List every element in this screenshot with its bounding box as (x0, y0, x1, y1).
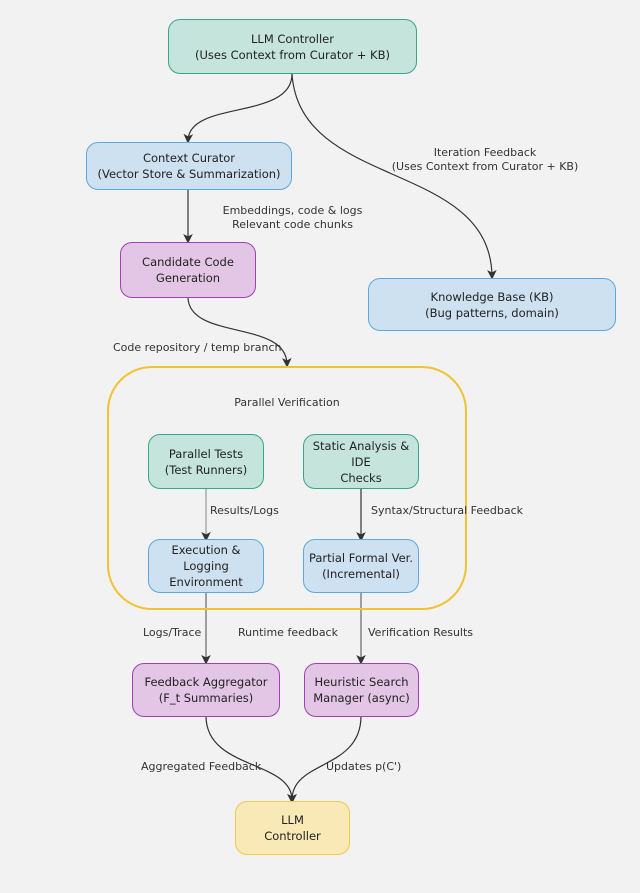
edge-heuristic-to-llm (287, 715, 362, 804)
edge-label-runtime-feedback: Runtime feedback (238, 626, 338, 639)
edge-label-updates: Updates p(C') (326, 760, 402, 773)
node-title: Parallel Tests (168, 446, 244, 461)
node-subtitle: (Bug patterns, domain) (425, 305, 559, 320)
node-knowledge-base[interactable]: Knowledge Base (KB) (Bug patterns, domai… (368, 278, 616, 331)
node-context-curator[interactable]: Context Curator (Vector Store & Summariz… (86, 142, 292, 190)
edge-label-aggregated-feedback: Aggregated Feedback (141, 760, 262, 773)
node-subtitle: Environment (169, 575, 243, 589)
edge-label-embeddings: Embeddings, code & logs Relevant code ch… (222, 204, 363, 231)
node-partial-formal-verification[interactable]: Partial Formal Ver. (Incremental) (303, 539, 419, 593)
edge-aggregator-to-llm (205, 715, 297, 804)
edge-llm-to-curator (183, 73, 293, 144)
node-heuristic-search-manager[interactable]: Heuristic Search Manager (async) (304, 663, 419, 717)
node-llm-controller-bottom[interactable]: LLM Controller (235, 801, 350, 855)
parallel-verification-title: Parallel Verification (234, 396, 340, 409)
edge-llm-to-kb (291, 73, 497, 280)
node-title: Context Curator (142, 151, 236, 165)
node-subtitle: (Vector Store & Summarization) (97, 167, 281, 181)
node-parallel-tests[interactable]: Parallel Tests (Test Runners) (148, 434, 264, 489)
edge-label-iteration-feedback: Iteration Feedback (Uses Context from Cu… (391, 146, 579, 173)
node-subtitle: (F_t Summaries) (158, 691, 254, 705)
edge-label-verification-results: Verification Results (368, 626, 474, 639)
node-subtitle: (Test Runners) (164, 462, 248, 477)
edge-label-syntax-feedback: Syntax/Structural Feedback (371, 504, 524, 517)
node-llm-controller-top[interactable]: LLM Controller (Uses Context from Curato… (168, 19, 417, 74)
node-subtitle: Checks (340, 470, 382, 485)
node-title: Knowledge Base (KB) (430, 289, 554, 304)
edge-label-results-logs: Results/Logs (210, 504, 279, 517)
node-title: LLM Controller (251, 31, 334, 46)
node-title: Partial Formal Ver. (308, 551, 414, 565)
node-title: Feedback Aggregator (144, 675, 268, 689)
node-subtitle: Controller (264, 829, 321, 843)
node-execution-logging[interactable]: Execution & Logging Environment (148, 539, 264, 593)
node-title: Execution & Logging (171, 543, 241, 573)
node-title: Heuristic Search (314, 675, 409, 689)
node-subtitle: (Uses Context from Curator + KB) (195, 47, 390, 62)
node-subtitle: Generation (155, 271, 221, 285)
edge-label-code-repository: Code repository / temp branch (113, 341, 282, 354)
node-static-analysis[interactable]: Static Analysis & IDE Checks (303, 434, 419, 489)
node-candidate-code-generation[interactable]: Candidate Code Generation (120, 242, 256, 298)
node-title: Static Analysis & IDE (312, 438, 410, 469)
node-subtitle: Manager (async) (313, 691, 410, 705)
node-title: LLM (281, 813, 304, 827)
node-subtitle: (Incremental) (322, 567, 400, 581)
edge-label-logs-trace: Logs/Trace (143, 626, 202, 639)
node-title: Candidate Code (142, 255, 234, 269)
node-feedback-aggregator[interactable]: Feedback Aggregator (F_t Summaries) (132, 663, 280, 717)
